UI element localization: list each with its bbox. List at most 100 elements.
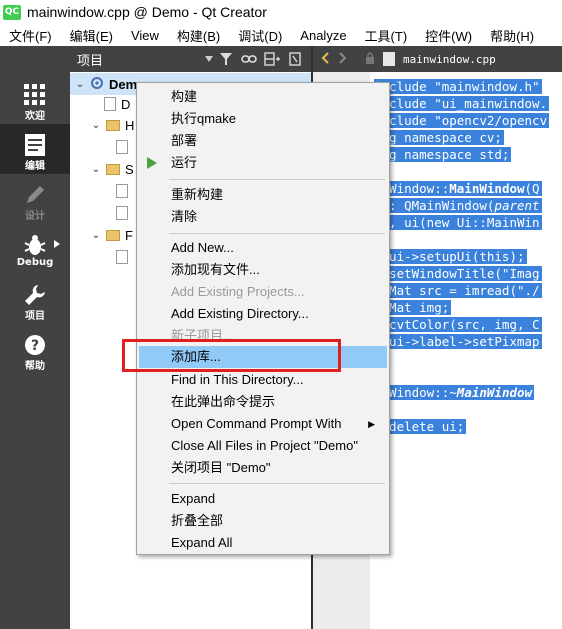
code-line: inWindow::MainWindow(Q <box>374 181 542 196</box>
highlight-annotation-box <box>122 339 341 372</box>
tree-row-file[interactable] <box>116 180 128 202</box>
chevron-down-icon[interactable]: ⌄ <box>90 120 102 131</box>
menu-bar: 文件(F) 编辑(E) View 构建(B) 调试(D) Analyze 工具(… <box>0 24 562 46</box>
menu-separator <box>169 483 385 484</box>
help-icon: ? <box>25 335 45 355</box>
tree-row-file[interactable]: D <box>104 93 130 115</box>
menu-item-add-new[interactable]: Add New... <box>139 237 387 259</box>
mode-projects[interactable]: 项目 <box>0 274 70 324</box>
run-icon <box>147 157 157 169</box>
close-pane-icon[interactable] <box>285 49 305 69</box>
filter-icon[interactable] <box>216 49 236 69</box>
code-line: setWindowTitle("Imag <box>374 266 542 281</box>
code-line: ing namespace cv; <box>374 130 504 145</box>
menu-item-rebuild[interactable]: 重新构建 <box>139 184 387 206</box>
file-icon <box>104 97 116 111</box>
tree-row-file[interactable] <box>116 246 128 268</box>
split-icon[interactable] <box>262 49 282 69</box>
code-line: include "ui_mainwindow. <box>374 96 550 111</box>
chevron-down-icon[interactable] <box>205 46 213 72</box>
chevron-down-icon[interactable]: ⌄ <box>90 230 102 241</box>
projects-pane-title[interactable]: 项目 <box>77 50 205 69</box>
code-line: inWindow::~MainWindow <box>374 385 535 400</box>
menu-item-build[interactable]: 构建 <box>139 86 387 108</box>
menu-widgets[interactable]: 控件(W) <box>416 26 481 45</box>
wrench-icon <box>25 285 45 305</box>
menu-item-add-existing-directory[interactable]: Add Existing Directory... <box>139 303 387 325</box>
chevron-down-icon[interactable]: ⌄ <box>74 79 86 90</box>
menu-item-label: Open Command Prompt With <box>171 416 342 431</box>
submenu-arrow-icon: ▶ <box>368 419 375 429</box>
chevron-right-icon <box>54 240 60 248</box>
menu-item-expand-all[interactable]: Expand All <box>139 532 387 554</box>
tree-row-sources[interactable]: ⌄ S <box>90 158 134 180</box>
menu-item-clean[interactable]: 清除 <box>139 206 387 228</box>
tree-label: H <box>125 117 135 133</box>
tree-label: S <box>125 161 134 177</box>
menu-separator <box>169 233 385 234</box>
link-icon[interactable] <box>239 49 259 69</box>
mode-label: 项目 <box>25 311 45 322</box>
menu-analyze[interactable]: Analyze <box>291 28 355 43</box>
mode-label: Debug <box>16 257 54 268</box>
menu-build[interactable]: 构建(B) <box>168 26 229 45</box>
qt-project-icon <box>90 76 104 93</box>
folder-icon <box>106 163 120 175</box>
menu-item-collapse-all[interactable]: 折叠全部 <box>139 510 387 532</box>
mode-debug[interactable]: Debug <box>0 224 70 274</box>
context-menu: 构建 执行qmake 部署 运行 重新构建 清除 Add New... 添加现有… <box>136 82 390 555</box>
chevron-down-icon[interactable]: ⌄ <box>90 164 102 175</box>
projects-pane-header: 项目 <box>70 46 311 72</box>
menu-tools[interactable]: 工具(T) <box>356 26 417 45</box>
back-arrow-icon[interactable] <box>321 51 329 67</box>
mode-label: 帮助 <box>25 361 45 372</box>
mode-design[interactable]: 设计 <box>0 174 70 224</box>
folder-icon <box>106 229 120 241</box>
code-line: Mat src = imread("./ <box>374 283 542 298</box>
menu-item-deploy[interactable]: 部署 <box>139 130 387 152</box>
mode-help[interactable]: ? 帮助 <box>0 324 70 374</box>
menu-separator <box>169 179 385 180</box>
menu-item-open-command-prompt-with[interactable]: Open Command Prompt With ▶ <box>139 413 387 435</box>
code-line: ing namespace std; <box>374 147 512 162</box>
mode-label: 设计 <box>25 211 45 222</box>
menu-item-run-qmake[interactable]: 执行qmake <box>139 108 387 130</box>
grid-icon <box>24 84 45 105</box>
title-bar: QC mainwindow.cpp @ Demo - Qt Creator <box>0 0 562 24</box>
window-title: mainwindow.cpp @ Demo - Qt Creator <box>27 4 267 20</box>
code-line: : QMainWindow(parent <box>374 198 542 213</box>
mode-edit[interactable]: 编辑 <box>0 124 70 174</box>
menu-item-close-all-files[interactable]: Close All Files in Project "Demo" <box>139 435 387 457</box>
cpp-file-icon <box>383 52 395 66</box>
mode-label: 欢迎 <box>25 111 45 122</box>
tree-row-file[interactable] <box>116 136 128 158</box>
menu-item-open-command-prompt-here[interactable]: 在此弹出命令提示 <box>139 391 387 413</box>
code-line: include "mainwindow.h" <box>374 79 542 94</box>
menu-item-add-existing-files[interactable]: 添加现有文件... <box>139 259 387 281</box>
menu-debug[interactable]: 调试(D) <box>229 26 291 45</box>
tree-row-forms[interactable]: ⌄ F <box>90 224 133 246</box>
ui-file-icon <box>116 250 128 264</box>
folder-icon <box>106 119 120 131</box>
menu-help[interactable]: 帮助(H) <box>481 26 543 45</box>
menu-edit[interactable]: 编辑(E) <box>61 26 122 45</box>
edit-document-icon <box>25 134 45 156</box>
tree-label: D <box>121 96 131 112</box>
menu-item-add-existing-projects[interactable]: Add Existing Projects... <box>139 281 387 303</box>
editor-file-tab[interactable]: mainwindow.cpp <box>403 53 496 66</box>
menu-item-close-project[interactable]: 关闭项目 "Demo" <box>139 457 387 479</box>
menu-file[interactable]: 文件(F) <box>0 26 61 45</box>
mode-welcome[interactable]: 欢迎 <box>0 74 70 124</box>
menu-item-find-in-directory[interactable]: Find in This Directory... <box>139 369 387 391</box>
editor-toolbar: mainwindow.cpp <box>313 46 562 72</box>
menu-item-expand[interactable]: Expand <box>139 488 387 510</box>
code-line: ui->setupUi(this); <box>374 249 527 264</box>
cpp-file-icon <box>116 206 128 220</box>
menu-view[interactable]: View <box>122 28 168 43</box>
menu-item-run[interactable]: 运行 <box>139 152 387 174</box>
tree-row-file[interactable] <box>116 202 128 224</box>
mode-sidebar: 欢迎 编辑 设计 Debug 项目 ? 帮助 <box>0 46 70 629</box>
tree-row-headers[interactable]: ⌄ H <box>90 114 135 136</box>
code-line: cvtColor(src, img, C <box>374 317 542 332</box>
forward-arrow-icon[interactable] <box>339 51 347 67</box>
